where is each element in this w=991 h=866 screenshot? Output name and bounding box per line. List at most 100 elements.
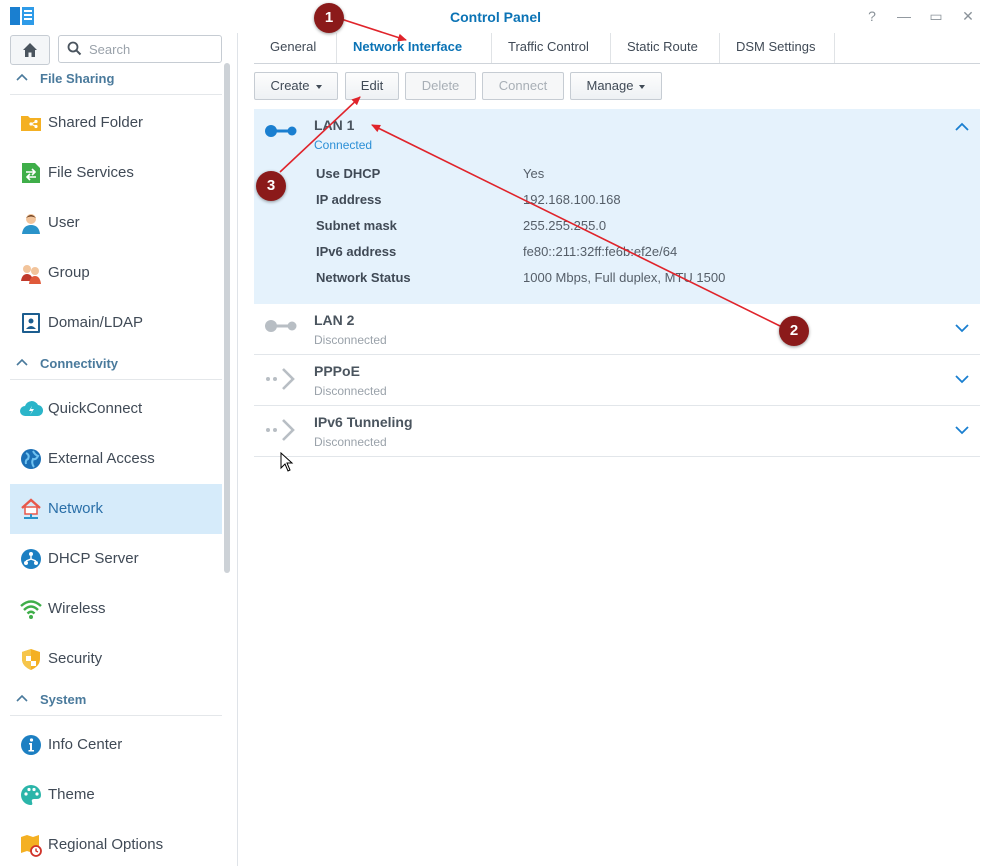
sidebar-item-shared-folder[interactable]: Shared Folder: [10, 98, 222, 148]
ethernet-connected-icon: [265, 125, 297, 137]
section-label: System: [40, 692, 87, 707]
section-label: Connectivity: [40, 356, 119, 371]
interface-lan1[interactable]: LAN 1 Connected Use DHCP Yes IP address 19…: [254, 109, 980, 304]
section-file-sharing[interactable]: File Sharing: [10, 64, 222, 95]
detail-value: 192.168.100.168: [523, 192, 621, 207]
interface-name: PPPoE: [314, 363, 360, 379]
tab-network-interface[interactable]: Network Interface: [353, 39, 462, 54]
tab-general[interactable]: General: [270, 39, 316, 54]
sidebar-item-label: Security: [48, 650, 103, 667]
title-bar: Control Panel ? — ▭ ✕: [0, 0, 991, 33]
sidebar-item-label: Shared Folder: [48, 114, 144, 131]
interface-status: Disconnected: [314, 384, 387, 398]
interface-name: LAN 2: [314, 312, 355, 328]
interface-name: LAN 1: [314, 117, 355, 133]
info-icon: [21, 735, 41, 755]
sidebar-item-wireless[interactable]: Wireless: [10, 584, 222, 634]
shield-icon: [22, 649, 40, 670]
create-label: Create: [270, 78, 310, 93]
detail-value: 255.255.255.0: [523, 218, 607, 233]
group-icon: [21, 265, 41, 284]
sidebar-item-label: QuickConnect: [48, 400, 143, 417]
detail-value: Yes: [523, 166, 545, 181]
close-button[interactable]: ✕: [959, 7, 977, 25]
detail-value: 1000 Mbps, Full duplex, MTU 1500: [523, 270, 726, 285]
ethernet-disconnected-icon: [265, 320, 297, 332]
domain-ldap-icon: [22, 313, 40, 333]
window-title: Control Panel: [449, 9, 541, 25]
manage-button[interactable]: Manage: [570, 72, 662, 100]
help-button[interactable]: ?: [863, 7, 881, 25]
chevron-down-icon[interactable]: [954, 322, 970, 334]
dhcp-server-icon: [21, 549, 41, 569]
interface-pppoe[interactable]: PPPoE Disconnected: [254, 355, 980, 406]
sidebar-item-quickconnect[interactable]: QuickConnect: [10, 384, 222, 434]
chevron-up-icon: [16, 73, 28, 81]
tab-static-route[interactable]: Static Route: [627, 39, 698, 54]
sidebar-item-external-access[interactable]: External Access: [10, 434, 222, 484]
annotation-badge-3: 3: [256, 171, 286, 201]
tab-bar: General Network Interface Traffic Contro…: [254, 33, 980, 64]
tab-dsm-settings[interactable]: DSM Settings: [736, 39, 815, 54]
user-icon: [22, 214, 40, 234]
chevron-down-icon[interactable]: [954, 373, 970, 385]
sidebar-item-domain-ldap[interactable]: Domain/LDAP: [10, 298, 222, 348]
shared-folder-icon: [21, 116, 41, 131]
interface-status: Disconnected: [314, 435, 387, 449]
sidebar-item-label: File Services: [48, 164, 134, 181]
interface-name: IPv6 Tunneling: [314, 414, 413, 430]
sidebar-item-security[interactable]: Security: [10, 634, 222, 684]
chevron-down-icon[interactable]: [954, 424, 970, 436]
file-services-icon: [22, 163, 40, 183]
main-panel: General Network Interface Traffic Contro…: [238, 33, 991, 866]
sidebar-scrollbar[interactable]: [224, 63, 230, 573]
delete-button[interactable]: Delete: [405, 72, 476, 100]
edit-button[interactable]: Edit: [345, 72, 399, 100]
search-placeholder: Search: [89, 42, 131, 57]
search-icon: [67, 41, 82, 56]
chevron-up-icon: [16, 358, 28, 366]
search-input[interactable]: Search: [58, 35, 222, 63]
sidebar-item-label: Theme: [48, 786, 95, 803]
detail-key: Network Status: [316, 270, 411, 285]
chevron-up-icon: [16, 694, 28, 702]
palette-icon: [21, 785, 41, 805]
sidebar-item-label: DHCP Server: [48, 550, 139, 567]
sidebar-item-label: Network: [48, 500, 104, 517]
sidebar-item-user[interactable]: User: [10, 198, 222, 248]
caret-down-icon: [315, 84, 322, 89]
detail-key: IPv6 address: [316, 244, 397, 259]
maximize-button[interactable]: ▭: [927, 7, 945, 25]
dial-link-icon: [266, 368, 295, 390]
sidebar-item-theme[interactable]: Theme: [10, 770, 222, 820]
sidebar-item-info-center[interactable]: Info Center: [10, 720, 222, 770]
sidebar-item-label: User: [48, 214, 80, 231]
interface-ipv6-tunneling[interactable]: IPv6 Tunneling Disconnected: [254, 406, 980, 457]
sidebar-item-dhcp-server[interactable]: DHCP Server: [10, 534, 222, 584]
annotation-badge-2: 2: [779, 316, 809, 346]
minimize-button[interactable]: —: [895, 7, 913, 25]
sidebar-item-group[interactable]: Group: [10, 248, 222, 298]
detail-key: Use DHCP: [316, 166, 381, 181]
connect-button[interactable]: Connect: [482, 72, 564, 100]
create-button[interactable]: Create: [254, 72, 338, 100]
chevron-up-icon[interactable]: [954, 121, 970, 133]
mouse-cursor-icon: [280, 452, 294, 472]
home-button[interactable]: [10, 35, 50, 65]
sidebar: Search File Sharing Shared Folder File S…: [0, 33, 238, 866]
caret-down-icon: [639, 84, 646, 89]
sidebar-item-network[interactable]: Network: [10, 484, 222, 534]
sidebar-item-label: External Access: [48, 450, 155, 467]
section-label: File Sharing: [40, 71, 115, 86]
sidebar-item-regional-options[interactable]: Regional Options: [10, 820, 222, 866]
section-connectivity[interactable]: Connectivity: [10, 349, 222, 380]
wireless-icon: [20, 600, 42, 619]
detail-value: fe80::211:32ff:fe6b:ef2e/64: [523, 244, 678, 259]
annotation-badge-1: 1: [314, 3, 344, 33]
interface-lan2[interactable]: LAN 2 Disconnected: [254, 304, 980, 355]
regional-options-icon: [21, 835, 42, 857]
tab-traffic-control[interactable]: Traffic Control: [508, 39, 589, 54]
sidebar-item-label: Domain/LDAP: [48, 314, 144, 331]
section-system[interactable]: System: [10, 685, 222, 716]
sidebar-item-file-services[interactable]: File Services: [10, 148, 222, 198]
